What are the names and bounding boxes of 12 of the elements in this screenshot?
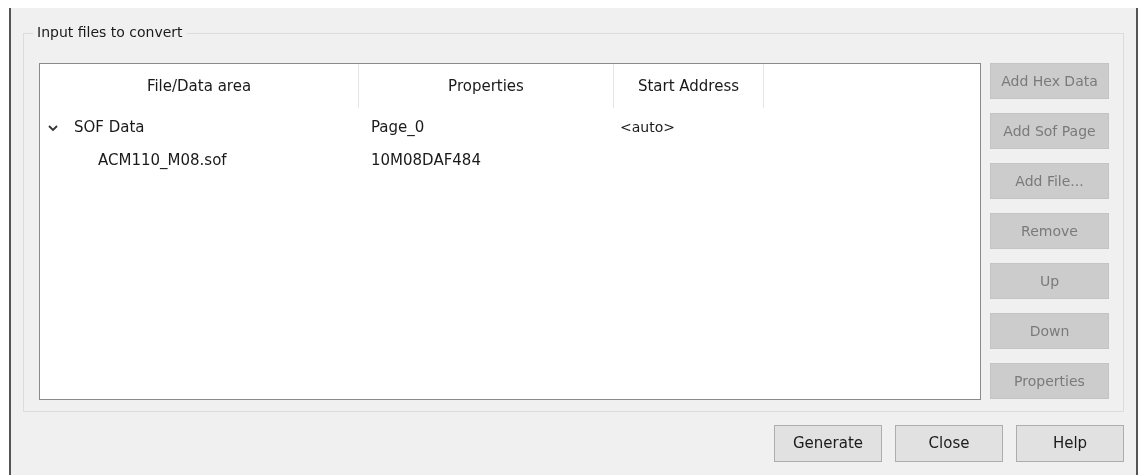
- dialog-button[interactable]: Generate: [774, 425, 882, 462]
- file-name: SOF Data: [74, 117, 145, 139]
- chevron-down-icon[interactable]: [48, 122, 58, 133]
- column-header[interactable]: File/Data area: [40, 64, 359, 108]
- dialog-button[interactable]: Help: [1016, 425, 1124, 462]
- properties-cell: Page_0: [371, 118, 425, 137]
- column-header[interactable]: Start Address: [614, 64, 764, 108]
- properties-cell: 10M08DAF484: [371, 151, 481, 170]
- dialog-button[interactable]: Close: [895, 425, 1003, 462]
- column-header[interactable]: Properties: [359, 64, 614, 108]
- file-name: ACM110_M08.sof: [98, 150, 227, 172]
- start-address-cell: <auto>: [620, 119, 675, 135]
